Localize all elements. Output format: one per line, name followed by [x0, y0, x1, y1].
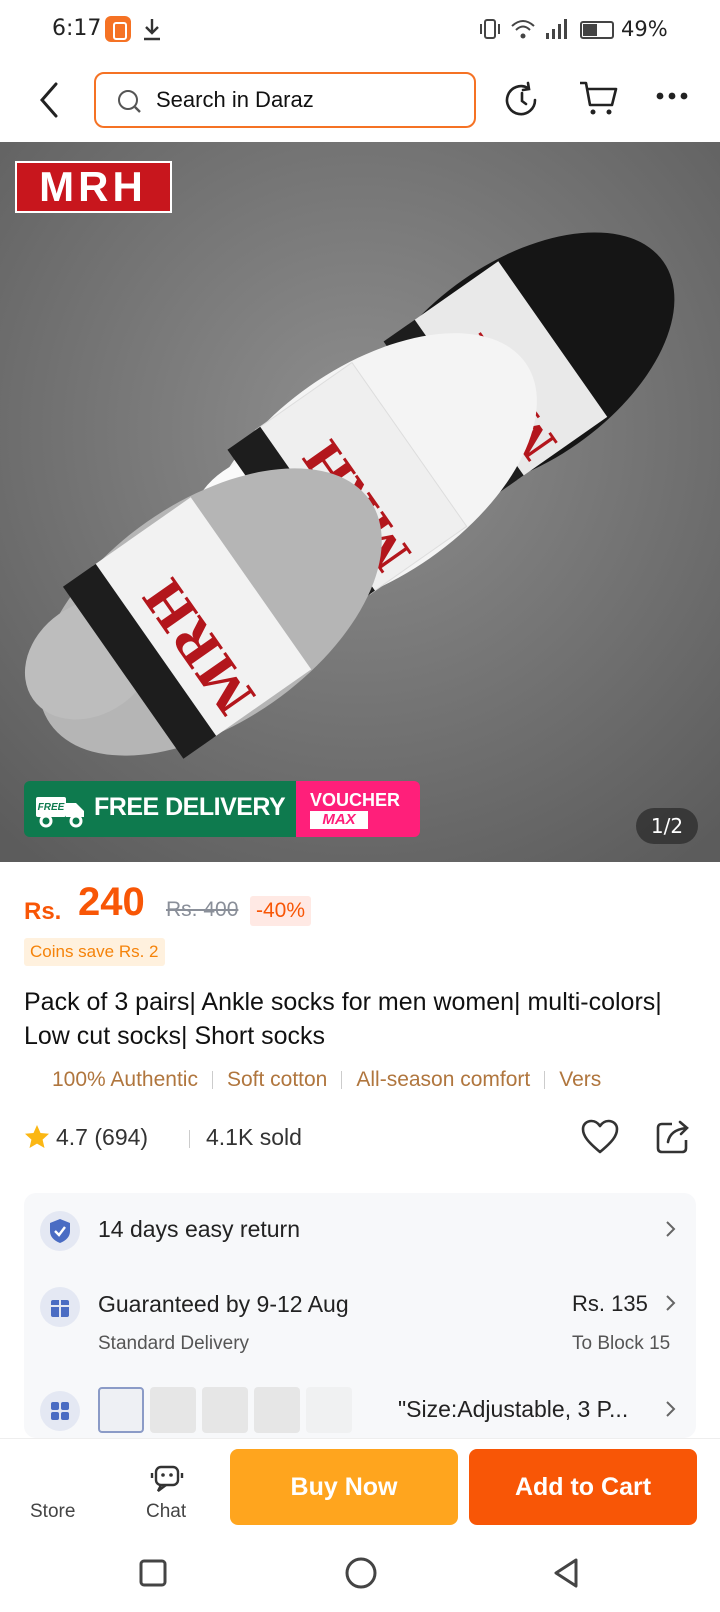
- product-title: Pack of 3 pairs| Ankle socks for men wom…: [24, 988, 662, 1050]
- product-image[interactable]: MRH MRH MRH MRH: [0, 142, 720, 862]
- gift-box-icon: [40, 1287, 80, 1327]
- price-row: Rs. 240 Rs. 400 -40%: [24, 880, 704, 930]
- svg-text:MRH: MRH: [39, 163, 147, 210]
- back-icon[interactable]: [34, 80, 64, 120]
- delivery-fee: Rs. 135: [572, 1291, 648, 1316]
- variant-selection[interactable]: "Size:Adjustable, 3 P...: [398, 1396, 628, 1423]
- highlight-item: Vers: [559, 1068, 602, 1091]
- buy-now-button[interactable]: Buy Now: [230, 1449, 458, 1525]
- original-price: Rs. 400: [166, 898, 239, 921]
- service-info-card: 14 days easy return Guaranteed by 9-12 A…: [24, 1193, 696, 1438]
- variant-thumb[interactable]: [254, 1387, 300, 1433]
- battery-percent: 49%: [621, 17, 668, 41]
- variant-thumb[interactable]: [202, 1387, 248, 1433]
- rating-score: 4.7 (694): [56, 1124, 149, 1150]
- rating-row[interactable]: 4.7 (694) 4.1K sold: [24, 1118, 704, 1158]
- price-currency: Rs.: [24, 898, 62, 925]
- chevron-right-icon[interactable]: [664, 1219, 678, 1239]
- price-value: 240: [78, 880, 145, 924]
- more-icon[interactable]: [655, 90, 689, 102]
- free-delivery-label: FREE DELIVERY: [94, 793, 286, 821]
- highlights-strip[interactable]: 100% Authentic Soft cotton All-season comf…: [52, 1068, 720, 1100]
- signal-icon: [546, 19, 567, 39]
- variant-grid-icon: [40, 1391, 80, 1431]
- android-nav-bar: [0, 1540, 720, 1612]
- product-photo: MRH MRH MRH MRH: [0, 142, 720, 862]
- top-nav: Search in Daraz: [0, 60, 720, 142]
- chat-icon[interactable]: [150, 1463, 184, 1495]
- voucher-max-badge: VOUCHER MAX: [296, 781, 420, 837]
- cart-icon[interactable]: [578, 78, 620, 118]
- discount-badge: -40%: [250, 896, 312, 926]
- star-icon: [25, 1125, 49, 1148]
- variant-thumb[interactable]: [306, 1387, 352, 1433]
- variant-thumb[interactable]: [150, 1387, 196, 1433]
- vibrate-icon: [480, 19, 500, 39]
- status-time: 6:17: [52, 16, 102, 41]
- wifi-icon: [511, 20, 535, 39]
- store-button[interactable]: Store: [30, 1501, 75, 1523]
- chevron-right-icon[interactable]: [664, 1293, 678, 1313]
- coins-badge: Coins save Rs. 2: [24, 938, 165, 966]
- system-icons: [478, 18, 568, 40]
- download-icon: [144, 19, 160, 41]
- image-counter: 1/2: [636, 808, 698, 844]
- chat-button[interactable]: Chat: [146, 1501, 186, 1523]
- return-policy[interactable]: 14 days easy return: [98, 1216, 300, 1243]
- share-icon[interactable]: [654, 1118, 692, 1156]
- voucher-label: VOUCHER: [310, 790, 401, 810]
- truck-icon: FREE: [36, 797, 84, 828]
- search-icon: [118, 90, 141, 113]
- search-input[interactable]: Search in Daraz: [94, 72, 476, 128]
- highlight-item: 100% Authentic: [52, 1068, 198, 1091]
- recent-apps-icon[interactable]: [138, 1558, 168, 1588]
- chevron-right-icon[interactable]: [664, 1399, 678, 1419]
- highlight-item: All-season comfort: [356, 1068, 531, 1091]
- variant-thumb[interactable]: [98, 1387, 144, 1433]
- add-to-cart-button[interactable]: Add to Cart: [469, 1449, 697, 1525]
- svg-text:FREE: FREE: [38, 802, 65, 813]
- voucher-max-label: MAX: [310, 811, 368, 829]
- status-bar: 6:17 49%: [0, 0, 720, 60]
- daraz-app-icon: [105, 16, 131, 42]
- bottom-action-bar: Store Chat Buy Now Add to Cart: [0, 1438, 720, 1540]
- search-placeholder: Search in Daraz: [156, 87, 314, 112]
- battery-icon: [580, 21, 614, 39]
- highlight-item: Soft cotton: [226, 1068, 328, 1091]
- delivery-location: To Block 15: [572, 1333, 671, 1354]
- shield-check-icon: [40, 1211, 80, 1251]
- sold-count: 4.1K sold: [206, 1124, 302, 1150]
- free-delivery-badge: FREE FREE DELIVERY: [24, 781, 296, 837]
- delivery-guarantee[interactable]: Guaranteed by 9-12 Aug: [98, 1291, 349, 1318]
- home-icon[interactable]: [344, 1556, 378, 1590]
- heart-icon[interactable]: [580, 1118, 620, 1156]
- history-icon[interactable]: [502, 80, 542, 120]
- nav-back-icon[interactable]: [550, 1556, 582, 1590]
- delivery-type: Standard Delivery: [98, 1333, 250, 1354]
